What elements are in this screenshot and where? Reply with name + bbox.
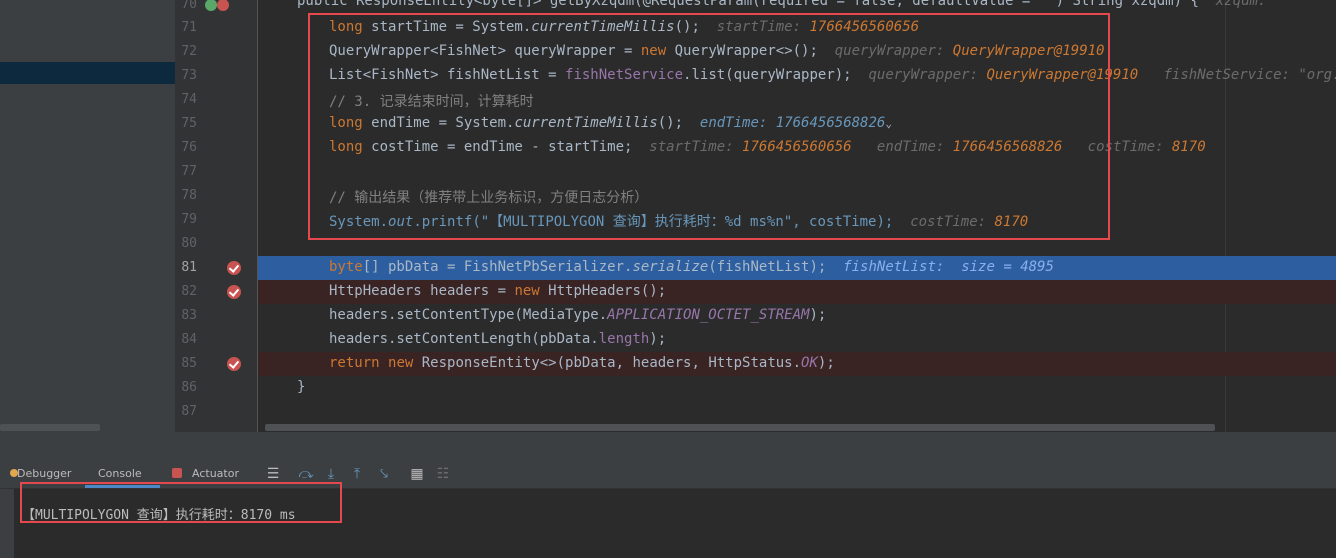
code-line-85: return new ResponseEntity<>(pbData, head…	[329, 355, 835, 371]
inline-debug-hint: xzqdm: ""	[1215, 0, 1292, 9]
tab-debugger[interactable]: Debugger	[17, 467, 71, 480]
trace-stream-icon[interactable]: ☷	[435, 466, 451, 482]
line-number: 86	[181, 380, 197, 395]
keyword: new	[514, 283, 540, 299]
line-number: 80	[181, 236, 197, 251]
code-text: ResponseEntity<>(pbData, headers, HttpSt…	[413, 355, 802, 371]
code-text: HttpHeaders();	[539, 283, 667, 299]
code-line-86: }	[297, 379, 306, 395]
actuator-icon	[172, 468, 182, 478]
inline-hint-value: 8170	[1171, 139, 1206, 155]
keyword: return	[329, 355, 380, 371]
code-text: );	[649, 331, 667, 347]
editor-horizontal-scrollbar[interactable]	[265, 424, 1215, 431]
line-number: 70	[181, 0, 197, 12]
line-number: 87	[181, 404, 197, 419]
method-name: serialize	[632, 259, 709, 275]
highlight-box	[20, 482, 342, 523]
step-into-icon[interactable]: ⤓	[323, 466, 339, 482]
evaluate-expression-icon[interactable]: ▦	[409, 466, 425, 482]
keyword: new	[388, 355, 414, 371]
code-line-82: HttpHeaders headers = new HttpHeaders();	[329, 283, 666, 299]
code-text: (fishNetList);	[708, 259, 827, 275]
code-line-81: byte[] pbData = FishNetPbSerializer.seri…	[329, 259, 1054, 275]
line-number: 84	[181, 332, 197, 347]
line-number: 76	[181, 140, 197, 155]
field-name: length	[598, 331, 650, 347]
method-signature: public ResponseEntity<byte[]> getByXzqdm…	[297, 0, 1199, 9]
line-number: 71	[181, 20, 197, 35]
inline-hint-label: fishNetList:	[843, 259, 945, 275]
mapping-gutter-icons[interactable]	[205, 0, 235, 11]
breakpoint-check-icon[interactable]	[227, 285, 241, 299]
highlight-box	[308, 13, 1110, 240]
show-execution-point-icon[interactable]: ⤼	[298, 466, 314, 482]
code-text: headers.setContentLength(pbData.	[329, 331, 599, 347]
line-number: 75	[181, 116, 197, 131]
menu-icon[interactable]: ☰	[265, 466, 281, 482]
run-to-cursor-icon[interactable]: ⤥	[376, 466, 392, 482]
tab-console[interactable]: Console	[98, 467, 142, 480]
breakpoint-check-icon[interactable]	[227, 261, 241, 275]
console-left-strip	[0, 489, 14, 558]
code-text: HttpHeaders headers =	[329, 283, 515, 299]
line-number: 73	[181, 68, 197, 83]
tab-actuator[interactable]: Actuator	[192, 467, 239, 480]
project-selected-row[interactable]	[0, 62, 175, 84]
field-name: APPLICATION_OCTET_STREAM	[607, 307, 810, 323]
line-number: 72	[181, 44, 197, 59]
code-text: headers.setContentType(MediaType.	[329, 307, 608, 323]
line-number: 83	[181, 308, 197, 323]
inline-hint-value: size = 4895	[961, 259, 1054, 275]
step-out-icon[interactable]: ⤒	[349, 466, 365, 482]
line-number: 74	[181, 92, 197, 107]
inline-hint-value: "org.jeecg	[1298, 67, 1336, 83]
line-number: 82	[181, 284, 197, 299]
code-text: );	[817, 355, 835, 371]
field-name: OK	[801, 355, 818, 371]
code-line-83: headers.setContentType(MediaType.APPLICA…	[329, 307, 826, 323]
tool-window-header	[0, 432, 1336, 460]
line-number: 78	[181, 188, 197, 203]
keyword: byte	[329, 259, 363, 275]
line-number: 85	[181, 356, 197, 371]
line-number: 79	[181, 212, 197, 227]
breakpoint-check-icon[interactable]	[227, 357, 241, 371]
code-line-84: headers.setContentLength(pbData.length);	[329, 331, 666, 347]
inline-hint-label: fishNetService:	[1163, 67, 1290, 83]
line-number: 81	[181, 260, 197, 275]
line-number: 77	[181, 164, 197, 179]
code-text: [] pbData = FishNetPbSerializer.	[362, 259, 633, 275]
project-scrollbar[interactable]	[0, 424, 100, 431]
code-line-70: public ResponseEntity<byte[]> getByXzqdm…	[297, 0, 1292, 9]
code-text: );	[809, 307, 827, 323]
